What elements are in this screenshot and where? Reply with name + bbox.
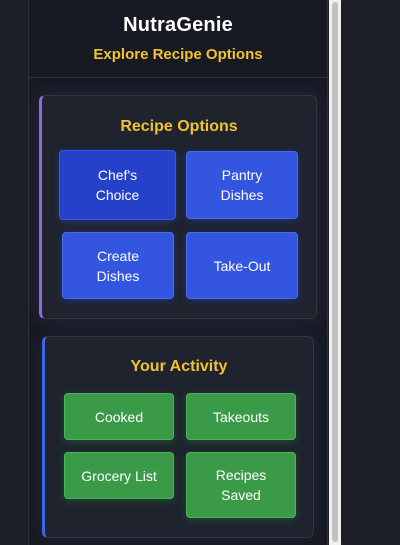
app-title: NutraGenie xyxy=(123,14,233,36)
recipe-options-title: Recipe Options xyxy=(120,118,238,135)
activity-title: Your Activity xyxy=(130,358,228,375)
right-background xyxy=(341,0,400,545)
activity-card: Your Activity Cooked Takeouts Grocery Li… xyxy=(42,336,314,538)
app-subtitle: Explore Recipe Options xyxy=(93,46,263,63)
panel-header: NutraGenie Explore Recipe Options xyxy=(29,0,327,78)
grocery-list-button[interactable]: Grocery List xyxy=(64,452,174,499)
scrollbar-thumb[interactable] xyxy=(332,2,338,542)
sidebar-panel: NutraGenie Explore Recipe Options Recipe… xyxy=(28,0,328,545)
chefs-choice-button[interactable]: Chef's Choice xyxy=(59,150,176,220)
take-out-button[interactable]: Take-Out xyxy=(186,232,298,299)
create-dishes-button[interactable]: Create Dishes xyxy=(62,232,174,299)
cooked-button[interactable]: Cooked xyxy=(64,393,174,440)
recipe-options-card: Recipe Options Chef's Choice Pantry Dish… xyxy=(39,95,317,319)
vertical-scrollbar[interactable] xyxy=(329,0,341,545)
pantry-dishes-button[interactable]: Pantry Dishes xyxy=(186,151,298,219)
left-gutter xyxy=(0,0,28,545)
recipes-saved-button[interactable]: Recipes Saved xyxy=(186,452,296,518)
takeouts-button[interactable]: Takeouts xyxy=(186,393,296,440)
